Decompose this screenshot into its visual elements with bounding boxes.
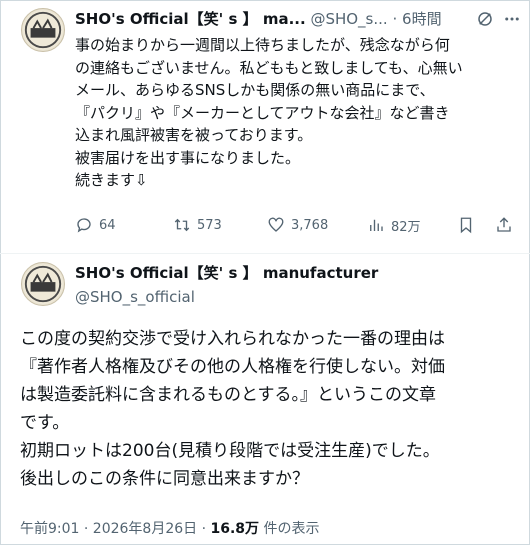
- more-icon[interactable]: [502, 10, 522, 28]
- like-button[interactable]: 3,768: [267, 213, 328, 237]
- avatar[interactable]: [21, 8, 65, 52]
- tweet-time[interactable]: 6時間: [402, 10, 442, 28]
- bookmark-icon: [460, 217, 472, 234]
- views-button[interactable]: 82万: [367, 213, 421, 237]
- view-count: 82万: [391, 219, 421, 235]
- repost-icon: [174, 218, 190, 232]
- tweet-text: 事の始まりから一週間以上待ちましたが、残念ながら何 の連絡もございません。私ども…: [75, 36, 463, 189]
- like-count: 3,768: [291, 217, 329, 233]
- tweet-header: SHO's Official【笑' s 】 ma... @SHO_s... · …: [75, 8, 520, 30]
- avatar[interactable]: [21, 262, 65, 306]
- bookmark-button[interactable]: [457, 213, 475, 237]
- grok-icon[interactable]: [476, 10, 494, 28]
- tweet-1[interactable]: SHO's Official【笑' s 】 ma... @SHO_s... · …: [0, 0, 530, 253]
- handle[interactable]: @SHO_s_official: [75, 287, 195, 307]
- reply-button[interactable]: 64: [75, 213, 116, 237]
- timestamp[interactable]: 午前9:01 · 2026年8月26日 ·: [20, 521, 211, 537]
- share-icon: [497, 217, 511, 232]
- display-name[interactable]: SHO's Official【笑' s 】 manufacturer: [75, 263, 378, 283]
- like-icon: [268, 217, 284, 232]
- share-button[interactable]: [495, 213, 513, 237]
- view-count: 16.8万: [210, 521, 260, 537]
- handle[interactable]: @SHO_s...: [310, 10, 387, 28]
- repost-button[interactable]: 573: [173, 213, 222, 237]
- view-suffix: 件の表示: [259, 521, 320, 537]
- logo-emblem-icon: [22, 9, 64, 51]
- display-name[interactable]: SHO's Official【笑' s 】 ma...: [75, 10, 306, 28]
- logo-emblem-icon: [22, 263, 64, 305]
- tweet-meta: 午前9:01 · 2026年8月26日 · 16.8万 件の表示: [20, 518, 320, 540]
- separator-dot: ·: [392, 10, 398, 28]
- action-bar: 64 573 3,768 82万: [75, 213, 515, 237]
- tweet-text: この度の契約交渉で受け入れられなかった一番の理由は 『著作者人格権及びその他の人…: [20, 329, 445, 489]
- views-icon: [370, 219, 383, 231]
- repost-count: 573: [197, 217, 222, 233]
- reply-count: 64: [99, 217, 116, 233]
- divider: [0, 253, 530, 254]
- reply-icon: [77, 218, 91, 233]
